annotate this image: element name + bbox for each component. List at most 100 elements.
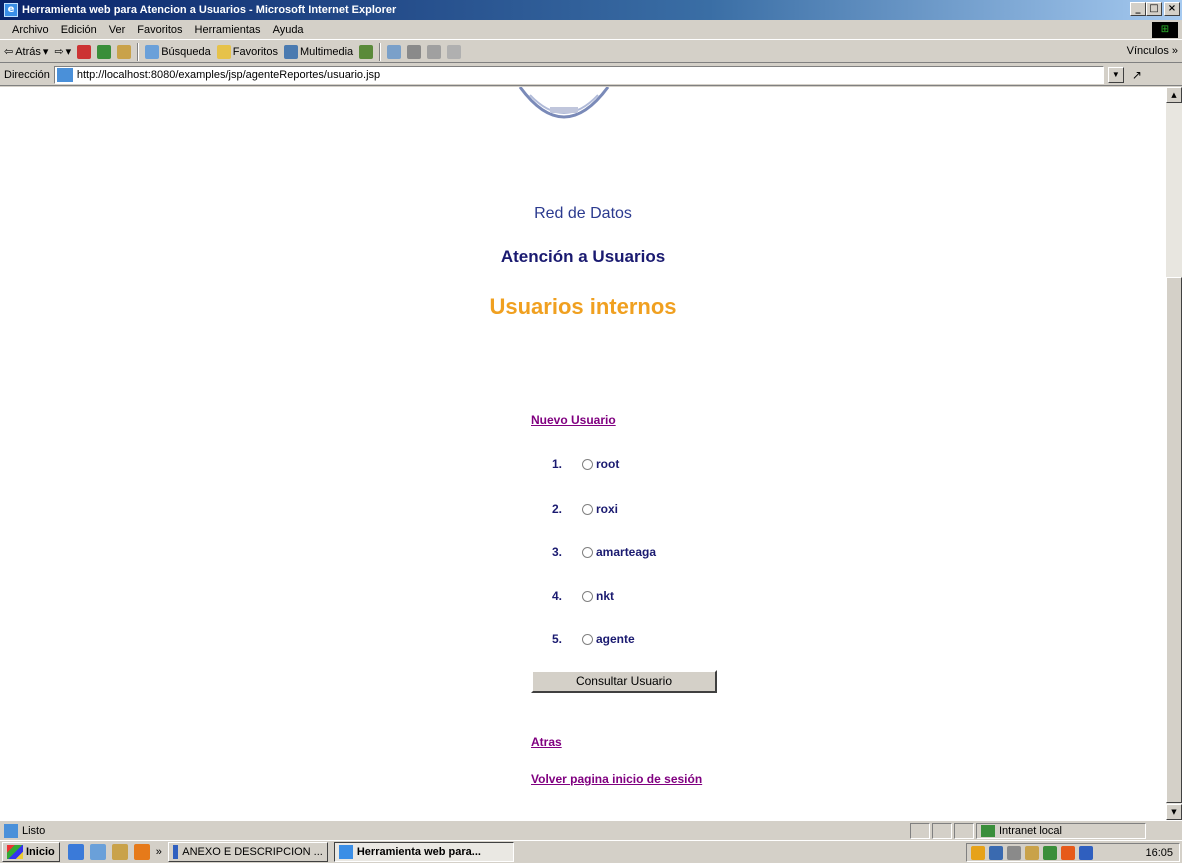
atencion-heading: Atención a Usuarios bbox=[500, 247, 666, 266]
user-name: root bbox=[596, 457, 620, 471]
user-radio[interactable] bbox=[582, 633, 593, 645]
status-bar: Listo Intranet local bbox=[0, 820, 1182, 840]
page-icon bbox=[4, 823, 18, 838]
ie-icon[interactable] bbox=[67, 844, 84, 860]
multimedia-button[interactable]: Multimedia bbox=[283, 44, 354, 59]
minimize-button[interactable]: _ bbox=[1130, 2, 1146, 16]
start-label: Inicio bbox=[26, 846, 55, 858]
favorites-icon bbox=[216, 44, 231, 59]
home-icon[interactable] bbox=[117, 44, 132, 59]
tray-icon[interactable] bbox=[971, 845, 985, 860]
user-option: 4. nkt bbox=[552, 589, 614, 603]
language-icon[interactable] bbox=[1079, 845, 1093, 860]
scroll-up-button[interactable]: ▲ bbox=[1166, 87, 1182, 103]
security-zone: Intranet local bbox=[976, 822, 1146, 839]
user-number: 1. bbox=[552, 457, 563, 471]
back-label: Atrás bbox=[15, 45, 41, 58]
user-radio[interactable] bbox=[582, 546, 593, 558]
favorites-button[interactable]: Favoritos bbox=[216, 44, 278, 59]
refresh-icon[interactable] bbox=[97, 44, 112, 59]
volume-icon[interactable] bbox=[1007, 845, 1021, 860]
go-icon[interactable]: ↗ bbox=[1132, 68, 1142, 82]
status-text: Listo bbox=[22, 824, 46, 837]
mail-icon[interactable] bbox=[387, 44, 402, 59]
search-label: Búsqueda bbox=[161, 45, 211, 58]
clock: 16:05 bbox=[1145, 846, 1173, 859]
consultar-usuario-button[interactable]: Consultar Usuario bbox=[531, 670, 717, 693]
toolbar-separator bbox=[137, 42, 140, 61]
address-input[interactable]: http://localhost:8080/examples/jsp/agent… bbox=[53, 65, 1104, 84]
address-bar: Dirección http://localhost:8080/examples… bbox=[0, 64, 1182, 86]
history-icon[interactable] bbox=[359, 44, 374, 59]
quick-launch-chevron[interactable]: » bbox=[156, 846, 162, 858]
task-label: ANEXO E DESCRIPCION ... bbox=[182, 846, 323, 858]
user-radio[interactable] bbox=[582, 503, 593, 515]
address-dropdown-button[interactable]: ▼ bbox=[1107, 66, 1124, 83]
multimedia-label: Multimedia bbox=[299, 45, 354, 58]
back-button[interactable]: ⇦ Atrás ▾ bbox=[4, 45, 49, 59]
multimedia-icon bbox=[283, 44, 298, 59]
links-label[interactable]: Vínculos » bbox=[1127, 45, 1178, 57]
menu-herramientas[interactable]: Herramientas bbox=[189, 24, 267, 36]
zone-label: Intranet local bbox=[999, 824, 1062, 837]
tray-icon[interactable] bbox=[1043, 845, 1057, 860]
status-panel bbox=[910, 822, 930, 839]
menu-edicion[interactable]: Edición bbox=[55, 24, 103, 36]
start-button[interactable]: Inicio bbox=[2, 842, 60, 862]
page-content: Red de Datos Atención a Usuarios Usuario… bbox=[0, 87, 1166, 820]
user-number: 4. bbox=[552, 589, 563, 603]
volver-inicio-link[interactable]: Volver pagina inicio de sesión bbox=[531, 772, 731, 787]
vertical-scrollbar[interactable]: ▲ ▼ bbox=[1166, 87, 1182, 820]
user-number: 3. bbox=[552, 545, 563, 559]
user-radio[interactable] bbox=[582, 458, 593, 470]
favorites-label: Favoritos bbox=[232, 45, 278, 58]
menu-archivo[interactable]: Archivo bbox=[6, 24, 55, 36]
user-radio[interactable] bbox=[582, 590, 593, 602]
ie-icon bbox=[338, 845, 353, 859]
tray-icon[interactable] bbox=[989, 845, 1003, 860]
windows-logo-icon bbox=[7, 845, 23, 859]
toolbar: ⇦ Atrás ▾ ⇨ ▾ Búsqueda Favoritos Multime… bbox=[0, 41, 1182, 63]
taskbar-word-document[interactable]: ANEXO E DESCRIPCION ... bbox=[167, 842, 328, 862]
seal-logo bbox=[518, 87, 610, 119]
status-panel bbox=[932, 822, 952, 839]
window-title: Herramienta web para Atencion a Usuarios… bbox=[22, 4, 397, 16]
scroll-down-button[interactable]: ▼ bbox=[1166, 804, 1182, 820]
taskbar-ie-window[interactable]: Herramienta web para... bbox=[333, 842, 514, 862]
scroll-thumb[interactable] bbox=[1166, 277, 1182, 803]
edit-icon[interactable] bbox=[427, 44, 442, 59]
forward-arrow-icon: ⇨ bbox=[54, 46, 64, 58]
close-button[interactable]: × bbox=[1164, 2, 1180, 16]
menu-ayuda[interactable]: Ayuda bbox=[267, 24, 310, 36]
tray-icon[interactable] bbox=[1025, 845, 1039, 860]
taskbar: Inicio » ANEXO E DESCRIPCION ... Herrami… bbox=[0, 840, 1182, 863]
red-datos-heading: Red de Datos bbox=[534, 205, 632, 222]
user-option: 1. root bbox=[552, 457, 619, 471]
discuss-icon[interactable] bbox=[447, 44, 462, 59]
search-icon bbox=[145, 44, 160, 59]
outlook-icon[interactable] bbox=[89, 844, 106, 860]
chevron-down-icon: ▾ bbox=[42, 46, 49, 58]
word-icon bbox=[172, 845, 179, 859]
maximize-button[interactable]: □ bbox=[1146, 2, 1162, 16]
status-panel bbox=[954, 822, 974, 839]
forward-button[interactable]: ⇨ ▾ bbox=[54, 45, 71, 58]
title-bar: e Herramienta web para Atencion a Usuari… bbox=[0, 0, 1182, 20]
stop-icon[interactable] bbox=[77, 44, 92, 59]
menu-ver[interactable]: Ver bbox=[103, 24, 132, 36]
intranet-icon bbox=[981, 824, 995, 837]
chevron-down-icon: ▾ bbox=[65, 46, 72, 58]
media-player-icon[interactable] bbox=[133, 844, 150, 860]
nuevo-usuario-link[interactable]: Nuevo Usuario bbox=[531, 413, 616, 427]
window-controls: _ □ × bbox=[1130, 2, 1180, 16]
print-icon[interactable] bbox=[407, 44, 422, 59]
tray-icon[interactable] bbox=[1061, 845, 1075, 860]
user-name: amarteaga bbox=[596, 545, 657, 559]
search-button[interactable]: Búsqueda bbox=[145, 44, 211, 59]
atras-link[interactable]: Atras bbox=[531, 735, 562, 749]
page-icon bbox=[56, 67, 73, 82]
menu-favoritos[interactable]: Favoritos bbox=[131, 24, 188, 36]
system-tray: 16:05 bbox=[966, 843, 1180, 862]
desktop-icon[interactable] bbox=[111, 844, 128, 860]
user-number: 5. bbox=[552, 632, 563, 646]
